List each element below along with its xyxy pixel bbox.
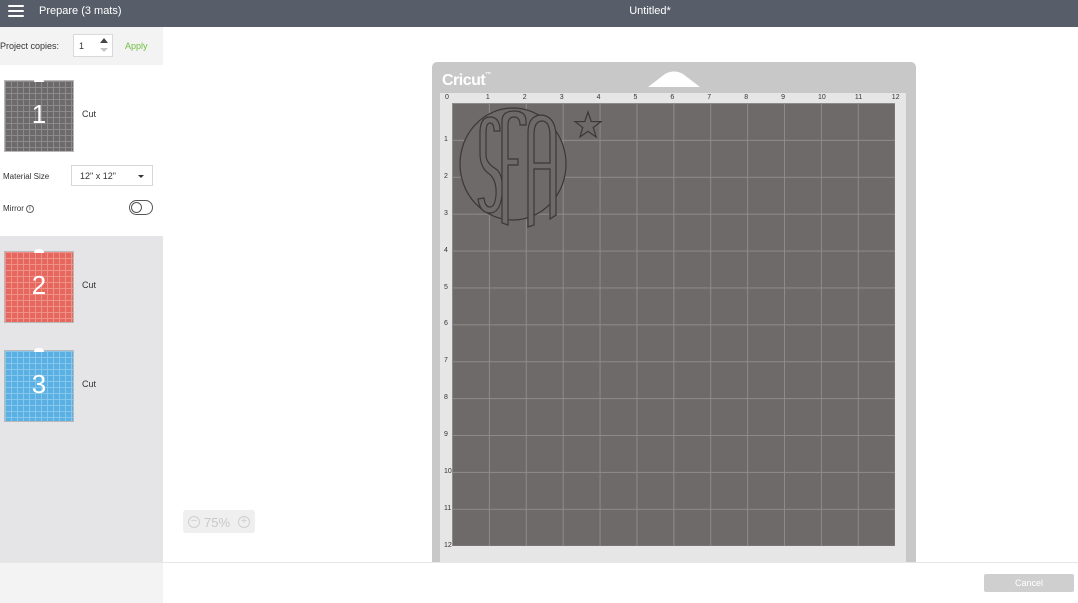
- star-design[interactable]: [573, 110, 603, 139]
- mirror-toggle[interactable]: [129, 200, 153, 215]
- zoom-in-icon[interactable]: +: [238, 516, 250, 528]
- ruler-left-label: 3: [444, 209, 448, 217]
- ruler-left-label: 7: [444, 357, 448, 365]
- ruler-left-label: 9: [444, 431, 448, 439]
- ruler-top-label: 12: [891, 94, 900, 101]
- ruler-top-label: 2: [522, 94, 527, 101]
- ruler-top-label: 0: [445, 94, 449, 101]
- mat-handle-icon: [648, 71, 700, 87]
- bottom-bar: Cancel: [0, 562, 1078, 603]
- zoom-level: 75%: [204, 515, 231, 530]
- ruler-left-label: 10: [444, 468, 452, 475]
- mat-1-thumbnail[interactable]: 1: [4, 78, 74, 152]
- cricut-brand-text: Cricut: [442, 72, 486, 89]
- cricut-logo: Cricut™: [442, 72, 491, 89]
- ruler-top-label: 10: [818, 94, 826, 101]
- ruler-left-label: 6: [444, 320, 448, 328]
- design-layer: [459, 107, 603, 228]
- monogram-design[interactable]: [459, 107, 567, 228]
- ruler-left-label: 8: [444, 394, 448, 402]
- ruler-top-label: 9: [781, 94, 785, 101]
- ruler-left-label: 1: [444, 135, 448, 143]
- material-size-value: 12" x 12": [80, 171, 116, 181]
- cancel-button[interactable]: Cancel: [984, 574, 1074, 592]
- stepper-up-icon[interactable]: [100, 38, 108, 43]
- mat-notch: [34, 348, 44, 352]
- mirror-label-text: Mirror: [3, 204, 24, 213]
- chevron-down-icon: [138, 175, 144, 178]
- project-copies-value: 1: [79, 41, 85, 51]
- ruler-top-label: 3: [559, 94, 564, 101]
- ruler-left-label: 4: [444, 246, 448, 254]
- ruler-left-label: 5: [444, 283, 448, 291]
- mat-3-number: 3: [31, 369, 47, 399]
- project-copies-row: Project copies: 1 Apply: [0, 27, 163, 65]
- toggle-knob: [131, 202, 142, 213]
- ruler-left-label: 2: [444, 172, 448, 180]
- ruler-left-label: 11: [444, 504, 452, 512]
- project-copies-label: Project copies:: [0, 41, 60, 51]
- zoom-control: − 75% +: [183, 510, 255, 533]
- top-bar: Prepare (3 mats) Untitled*: [0, 0, 1078, 27]
- bottom-left-panel: [0, 563, 163, 603]
- ruler-top-label: 7: [707, 94, 712, 101]
- mat-notch: [34, 249, 44, 253]
- mirror-label: Mirror i: [3, 204, 34, 213]
- ruler-left-label: 12: [444, 541, 452, 549]
- mat-1-number: 1: [31, 99, 47, 129]
- mat-3-label: Cut: [82, 379, 97, 389]
- apply-button[interactable]: Apply: [125, 41, 148, 51]
- mat-2-thumbnail[interactable]: 2: [4, 249, 74, 323]
- ruler-top-label: 8: [744, 94, 749, 101]
- mat-notch: [34, 78, 44, 82]
- ruler-top-label: 11: [854, 94, 863, 101]
- material-size-label: Material Size: [3, 172, 50, 181]
- mat-2-number: 2: [31, 270, 47, 300]
- ruler-top-label: 6: [670, 94, 675, 101]
- stepper-down-icon[interactable]: [100, 48, 108, 52]
- material-size-select[interactable]: 12" x 12": [71, 165, 153, 186]
- project-copies-input[interactable]: 1: [73, 34, 113, 57]
- ruler-top-label: 4: [596, 94, 601, 101]
- info-icon[interactable]: i: [25, 204, 34, 213]
- ruler-top-label: 5: [633, 94, 638, 101]
- zoom-out-icon[interactable]: −: [188, 516, 200, 528]
- mat-3-thumbnail[interactable]: 3: [4, 348, 74, 422]
- mat-1-label: Cut: [82, 109, 97, 119]
- mat-2-label: Cut: [82, 280, 97, 290]
- ruler-top-label: 1: [485, 94, 490, 101]
- document-title: Untitled*: [629, 5, 671, 17]
- mats-sidebar: Project copies: 1 Apply 1 Cut Material S…: [0, 27, 163, 562]
